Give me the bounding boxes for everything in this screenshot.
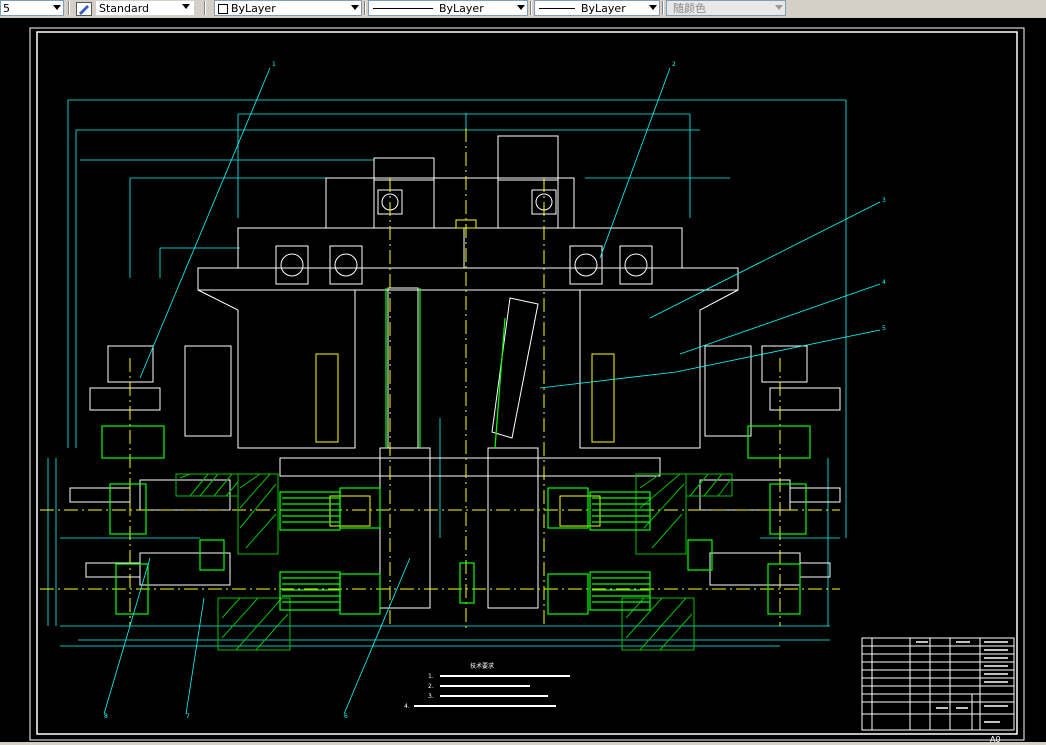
svg-text:7: 7 [186,713,190,720]
text-style-value: Standard [96,1,194,15]
color-swatch-icon [218,4,228,14]
properties-toolbar: 5 Standard ByLayer ByLayer ByLayer 随颜色 [0,0,1046,19]
leader-lines [103,67,881,715]
gear-shafts [101,288,811,615]
linetype-sample-icon [373,8,433,9]
lineweight-value: ByLayer [581,2,626,15]
chevron-down-icon [182,4,190,9]
svg-text:1: 1 [272,61,276,68]
layer-dropdown[interactable]: 5 [0,0,64,16]
svg-text:8: 8 [104,713,108,720]
lineweight-sample-icon [539,8,575,9]
chevron-down-icon [53,5,61,10]
text-style-icon [76,2,92,16]
color-value: ByLayer [231,2,276,15]
toolbar-separator [204,1,206,15]
chevron-down-icon [351,5,359,10]
svg-text:4.: 4. [404,703,410,710]
svg-text:技术要求: 技术要求 [470,662,494,670]
color-dropdown[interactable]: ByLayer [214,0,362,16]
title-block [861,637,1015,731]
frame-body [69,135,841,609]
sheet-size-label: A0 [990,735,1001,742]
svg-text:6: 6 [344,713,348,720]
hatched-bases [175,473,733,651]
lineweight-dropdown[interactable]: ByLayer [534,0,660,16]
chevron-down-icon [649,5,657,10]
svg-text:1.: 1. [428,673,434,680]
svg-text:2.: 2. [428,683,434,690]
sheet-outer-border [29,27,1025,741]
chevron-down-icon [775,5,783,10]
svg-text:5: 5 [882,325,886,332]
svg-text:3.: 3. [428,693,434,700]
toolbar-separator [68,1,70,15]
plotstyle-value: 随颜色 [673,2,706,15]
toolbar-separator [364,1,366,15]
toolbar-separator [530,1,532,15]
toolbar-separator [662,1,664,15]
dimension-lines [47,99,847,647]
layer-value: 5 [3,2,10,15]
sheet-inner-border [36,31,1018,735]
svg-text:3: 3 [882,197,886,204]
linetype-value: ByLayer [439,2,484,15]
svg-text:2: 2 [672,61,676,68]
svg-text:4: 4 [882,279,886,286]
technical-notes: 技术要求 1. 2. 3. 4. [404,662,570,710]
text-style-dropdown[interactable]: Standard [74,0,194,16]
drawing-canvas[interactable]: 1 2 3 4 5 6 7 8 技术要求 1. 2. 3. 4. A0 [0,18,1046,742]
plotstyle-dropdown: 随颜色 [666,0,786,16]
chevron-down-icon [517,5,525,10]
linetype-dropdown[interactable]: ByLayer [368,0,528,16]
cad-drawing: 1 2 3 4 5 6 7 8 技术要求 1. 2. 3. 4. A0 [29,27,1025,742]
